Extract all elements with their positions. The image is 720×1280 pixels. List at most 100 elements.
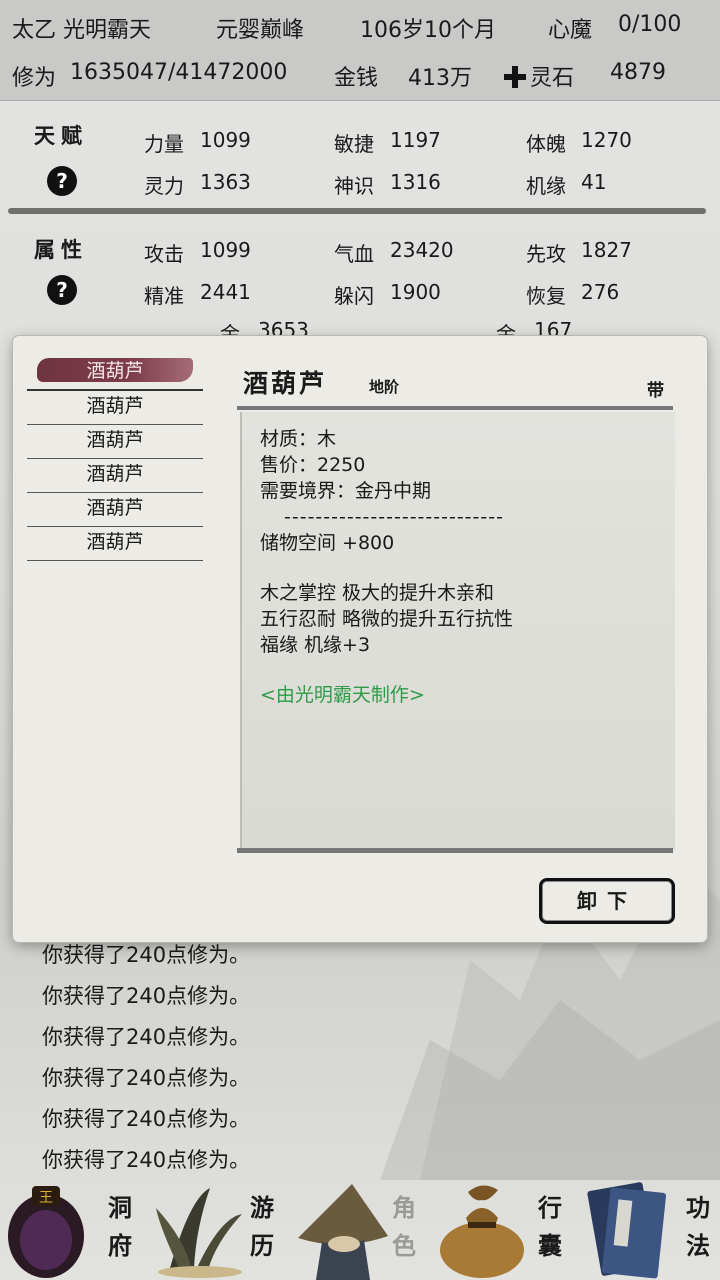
nav-cave-dwelling[interactable]: 王 洞 府 (0, 1178, 144, 1280)
stat-value: 1270 (581, 128, 632, 152)
grass-icon (156, 1188, 242, 1278)
cultivation-value: 1635047/41472000 (70, 60, 288, 85)
stat-label: 敏捷 (334, 132, 374, 156)
spirit-stone-value: 4879 (610, 60, 666, 85)
list-item[interactable]: 酒葫芦 (27, 527, 203, 561)
log-line: 你获得了240点修为。 (42, 984, 251, 1008)
nav-label: 府 (108, 1231, 132, 1260)
material-line: 材质：木 (260, 428, 337, 450)
player-age: 106岁10个月 (360, 18, 496, 43)
money-label: 金钱 (334, 66, 379, 91)
stat-value: 1316 (390, 170, 441, 194)
player-realm: 元婴巅峰 (216, 18, 305, 43)
unequip-button[interactable]: 卸下 (539, 878, 675, 924)
stat-label: 攻击 (144, 242, 184, 266)
stat-label: 力量 (144, 132, 184, 156)
item-label: 酒葫芦 (86, 497, 144, 519)
effect-line: 五行忍耐 略微的提升五行抗性 (260, 608, 514, 630)
item-label: 酒葫芦 (86, 429, 144, 451)
stat-value: 1099 (200, 238, 251, 262)
nav-label: 历 (250, 1231, 274, 1260)
stat-value: 1900 (390, 280, 441, 304)
stat-value: 1099 (200, 128, 251, 152)
effect-line: 木之掌控 极大的提升木亲和 (260, 582, 495, 604)
stat-label: 恢复 (526, 284, 566, 308)
nav-travel[interactable]: 游 历 (144, 1178, 288, 1280)
player-name: 太乙 光明霸天 (12, 18, 151, 43)
storage-line: 储物空间 +800 (260, 532, 395, 554)
equipped-tag: 带 (647, 381, 664, 401)
attributes-title: 属性 (34, 237, 88, 262)
bag-icon (440, 1185, 524, 1278)
stat-value: 23420 (390, 238, 454, 262)
book-icon (587, 1182, 667, 1279)
item-grade: 地阶 (369, 378, 400, 396)
stat-value: 2441 (200, 280, 251, 304)
list-item[interactable]: 酒葫芦 (27, 459, 203, 493)
list-item[interactable]: 酒葫芦 (27, 391, 203, 425)
svg-text:王: 王 (39, 1190, 53, 1206)
list-item-selected[interactable]: 酒葫芦 (27, 356, 203, 391)
item-list: 酒葫芦 酒葫芦 酒葫芦 酒葫芦 酒葫芦 酒葫芦 (27, 356, 203, 561)
dashed-divider: ---------------------------- (284, 506, 504, 528)
divider (237, 406, 673, 410)
stat-value: 1827 (581, 238, 632, 262)
stat-label: 气血 (334, 242, 374, 266)
log-line: 你获得了240点修为。 (42, 1066, 251, 1090)
stat-label: 神识 (334, 174, 374, 198)
character-stats: 天赋 ? 力量 1099 敏捷 1197 体魄 1270 灵力 1363 神识 … (0, 100, 720, 346)
heart-demon-label: 心魔 (548, 18, 593, 43)
event-log: 你获得了240点修为。 你获得了240点修为。 你获得了240点修为。 你获得了… (42, 935, 682, 1181)
list-item[interactable]: 酒葫芦 (27, 493, 203, 527)
nav-techniques[interactable]: 功 法 (576, 1178, 720, 1280)
demon-mask-icon: 王 (8, 1186, 84, 1278)
maker-line: <由光明霸天制作> (260, 684, 425, 706)
straw-hat-icon (298, 1184, 388, 1280)
stat-value: 276 (581, 280, 620, 304)
nav-character[interactable]: 角 色 (288, 1178, 432, 1280)
effect-line: 福缘 机缘+3 (260, 634, 371, 656)
stat-value: 41 (581, 170, 607, 194)
stat-value: 1197 (390, 128, 441, 152)
stat-label: 灵力 (144, 174, 184, 198)
talent-help-icon[interactable]: ? (47, 166, 77, 196)
item-label: 酒葫芦 (86, 360, 144, 382)
stat-label: 体魄 (526, 132, 566, 156)
talent-title: 天赋 (34, 123, 88, 148)
item-label: 酒葫芦 (86, 463, 144, 485)
nav-inventory[interactable]: 行 囊 (432, 1178, 576, 1280)
spirit-stone: 灵石 (504, 60, 574, 92)
nav-label: 洞 (108, 1193, 132, 1222)
log-line: 你获得了240点修为。 (42, 1148, 251, 1172)
nav-label: 囊 (538, 1231, 562, 1260)
cross-icon (504, 66, 526, 88)
stat-label: 精准 (144, 284, 184, 308)
log-line: 你获得了240点修为。 (42, 1107, 251, 1131)
attributes-help-icon[interactable]: ? (47, 275, 77, 305)
status-header: 太乙 光明霸天 元婴巅峰 106岁10个月 心魔 0/100 修为 163504… (0, 0, 720, 101)
log-line: 你获得了240点修为。 (42, 1025, 251, 1049)
nav-label-active: 色 (392, 1231, 416, 1260)
list-item[interactable]: 酒葫芦 (27, 425, 203, 459)
nav-label-active: 角 (392, 1193, 416, 1222)
item-description: 材质：木 售价：2250 需要境界：金丹中期 -----------------… (260, 426, 513, 708)
nav-label: 行 (538, 1193, 562, 1222)
money-value: 413万 (408, 66, 472, 91)
nav-label: 游 (250, 1193, 274, 1222)
nav-label: 功 (686, 1193, 710, 1222)
divider (237, 848, 673, 853)
item-detail-dialog: 酒葫芦 酒葫芦 酒葫芦 酒葫芦 酒葫芦 酒葫芦 酒葫芦 地阶 带 材质：木 售价… (13, 336, 707, 942)
spirit-stone-label: 灵石 (530, 66, 575, 91)
cultivation-label: 修为 (12, 66, 57, 91)
section-divider (8, 208, 706, 214)
stat-label: 先攻 (526, 242, 566, 266)
stat-value: 1363 (200, 170, 251, 194)
item-title: 酒葫芦 (243, 369, 328, 398)
nav-label: 法 (686, 1231, 710, 1260)
item-label: 酒葫芦 (86, 395, 144, 417)
price-line: 售价：2250 (260, 454, 366, 476)
requirement-line: 需要境界：金丹中期 (260, 480, 432, 502)
item-label: 酒葫芦 (86, 531, 144, 553)
stat-label: 躲闪 (334, 284, 374, 308)
bottom-nav: 王 洞 府 游 历 角 色 行 囊 功 法 (0, 1178, 720, 1280)
